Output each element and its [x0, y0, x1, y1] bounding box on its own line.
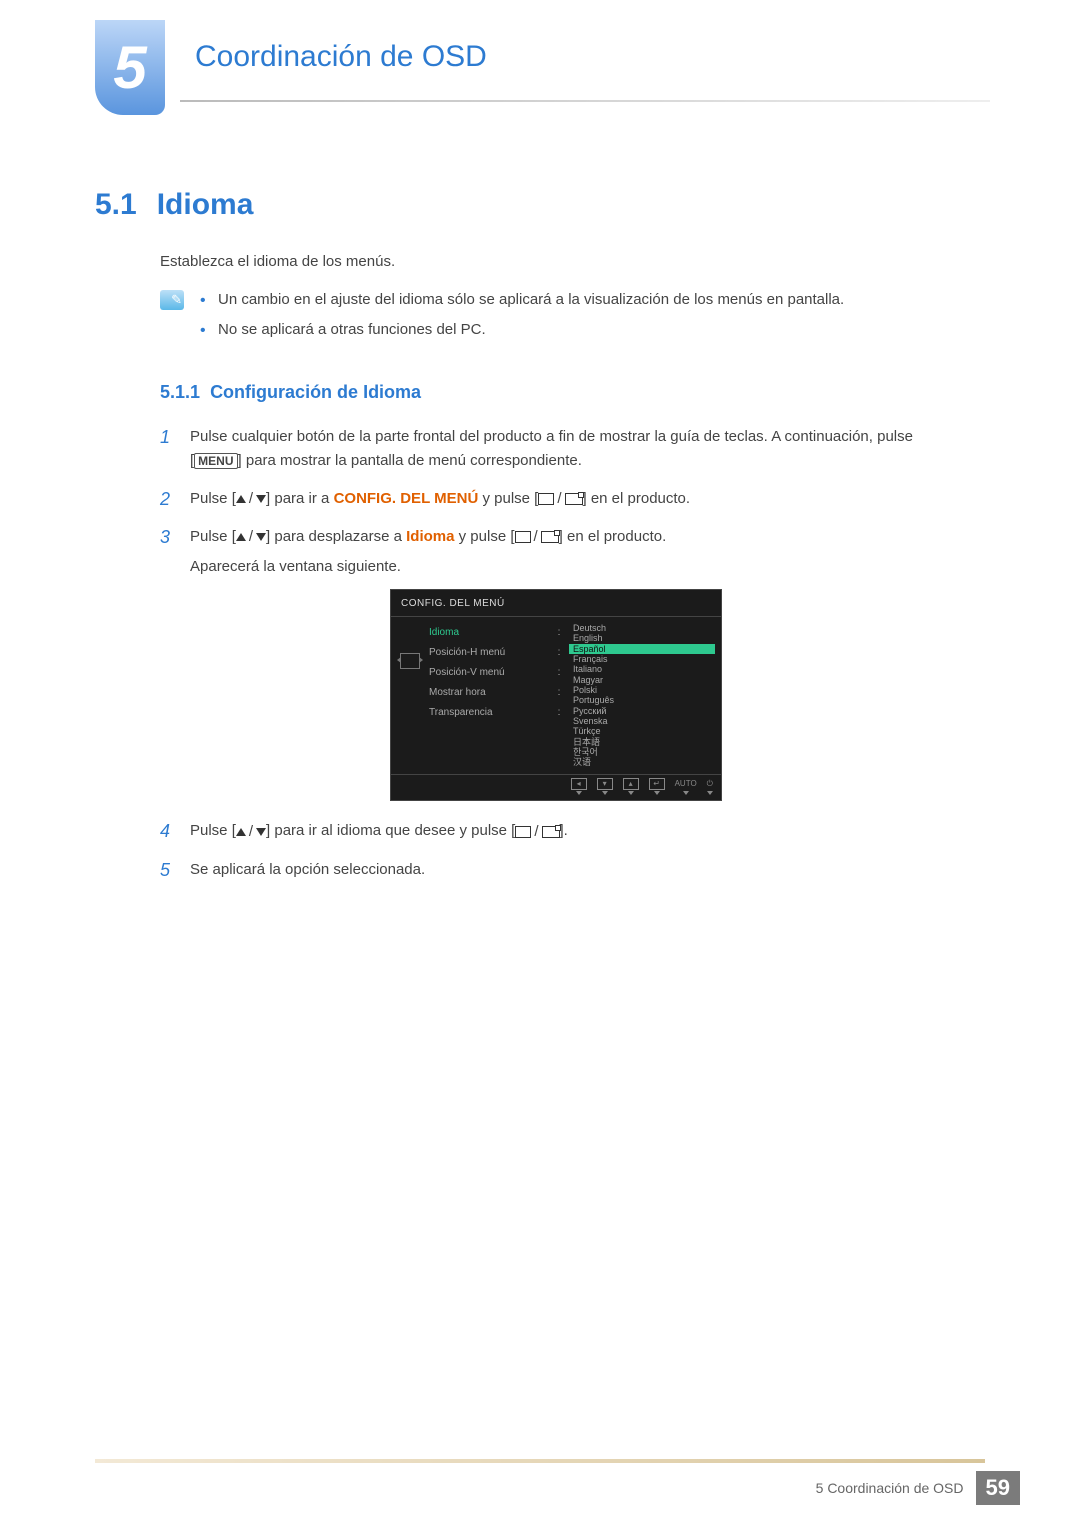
osd-language-list: Deutsch English Español Français Italian…: [569, 623, 715, 768]
subsection-heading: 5.1.1 Configuración de Idioma: [160, 378, 960, 407]
step-1: 1 Pulse cualquier botón de la parte fron…: [160, 425, 960, 473]
source-enter-icon: /: [515, 820, 559, 844]
section-number: 5.1: [95, 188, 137, 221]
osd-lang-item-selected: Español: [569, 644, 715, 654]
osd-lang-item: Türkçe: [569, 726, 715, 736]
osd-lang-item: 한국어: [569, 747, 715, 757]
chapter-number: 5: [113, 33, 146, 102]
osd-menu-list: Idioma Posición-H menú Posición-V menú M…: [429, 623, 549, 768]
step-number: 1: [160, 423, 170, 452]
osd-up-icon: ▴: [623, 778, 639, 790]
osd-move-icon: [400, 653, 420, 669]
chapter-underline: [180, 100, 990, 102]
step-2: 2 Pulse [/] para ir a CONFIG. DEL MENÚ y…: [160, 487, 960, 511]
osd-power-icon: ⏻: [707, 778, 713, 791]
note-list: Un cambio en el ajuste del idioma sólo s…: [200, 288, 844, 348]
osd-lang-item: Русский: [569, 706, 715, 716]
osd-lang-item: English: [569, 633, 715, 643]
subsection-title: Configuración de Idioma: [210, 382, 421, 402]
up-down-icon: /: [236, 525, 266, 549]
osd-down-icon: ▾: [597, 778, 613, 790]
osd-colon-column: :::::: [555, 623, 563, 768]
osd-back-icon: ◂: [571, 778, 587, 790]
steps-list: 1 Pulse cualquier botón de la parte fron…: [160, 425, 960, 882]
up-down-icon: /: [236, 487, 266, 511]
osd-lang-item: Svenska: [569, 716, 715, 726]
step-number: 3: [160, 523, 170, 552]
osd-lang-item: 汉语: [569, 757, 715, 767]
footer-text: 5 Coordinación de OSD: [816, 1480, 964, 1496]
osd-menu-item: Mostrar hora: [429, 683, 549, 703]
section-heading: 5.1 Idioma: [95, 188, 253, 222]
osd-menu-item: Posición-H menú: [429, 643, 549, 663]
osd-lang-item: Polski: [569, 685, 715, 695]
chapter-title: Coordinación de OSD: [195, 40, 487, 74]
footer-divider: [95, 1459, 985, 1463]
osd-footer: ◂ ▾ ▴ ↵ AUTO ⏻: [391, 774, 721, 801]
chapter-badge: 5: [95, 20, 165, 115]
osd-lang-item: Português: [569, 695, 715, 705]
osd-menu-item: Transparencia: [429, 703, 549, 723]
source-enter-icon: /: [538, 487, 582, 511]
body-content: Establezca el idioma de los menús. Un ca…: [160, 250, 960, 896]
note-icon: [160, 290, 184, 310]
step-4: 4 Pulse [/] para ir al idioma que desee …: [160, 819, 960, 843]
osd-title: CONFIG. DEL MENÚ: [391, 590, 721, 617]
step-number: 5: [160, 856, 170, 885]
source-enter-icon: /: [515, 525, 559, 549]
osd-lang-item: Deutsch: [569, 623, 715, 633]
step-number: 4: [160, 817, 170, 846]
menu-key-icon: MENU: [194, 453, 237, 469]
page-number: 59: [976, 1471, 1020, 1505]
osd-menu-item: Idioma: [429, 623, 549, 643]
up-down-icon: /: [236, 820, 266, 844]
osd-lang-item: Français: [569, 654, 715, 664]
config-del-menu-label: CONFIG. DEL MENÚ: [334, 490, 479, 507]
step-3: 3 Pulse [/] para desplazarse a Idioma y …: [160, 525, 960, 802]
osd-side-icon-column: [397, 623, 423, 768]
osd-lang-item: Italiano: [569, 664, 715, 674]
subsection-number: 5.1.1: [160, 382, 200, 402]
page-footer: 5 Coordinación de OSD 59: [0, 1459, 1080, 1505]
idioma-label: Idioma: [406, 528, 454, 545]
note-block: Un cambio en el ajuste del idioma sólo s…: [160, 288, 960, 348]
osd-lang-item: 日本語: [569, 737, 715, 747]
osd-window: CONFIG. DEL MENÚ Idioma Posición-H menú …: [390, 589, 722, 802]
osd-enter-icon: ↵: [649, 778, 665, 790]
step-number: 2: [160, 485, 170, 514]
section-title: Idioma: [157, 188, 254, 221]
osd-lang-item: Magyar: [569, 675, 715, 685]
osd-auto-label: AUTO: [675, 778, 697, 791]
note-item: Un cambio en el ajuste del idioma sólo s…: [200, 288, 844, 312]
manual-page: 5 Coordinación de OSD 5.1 Idioma Establez…: [0, 0, 1080, 1527]
osd-menu-item: Posición-V menú: [429, 663, 549, 683]
intro-text: Establezca el idioma de los menús.: [160, 250, 960, 274]
note-item: No se aplicará a otras funciones del PC.: [200, 318, 844, 342]
step-5: 5 Se aplicará la opción seleccionada.: [160, 858, 960, 882]
